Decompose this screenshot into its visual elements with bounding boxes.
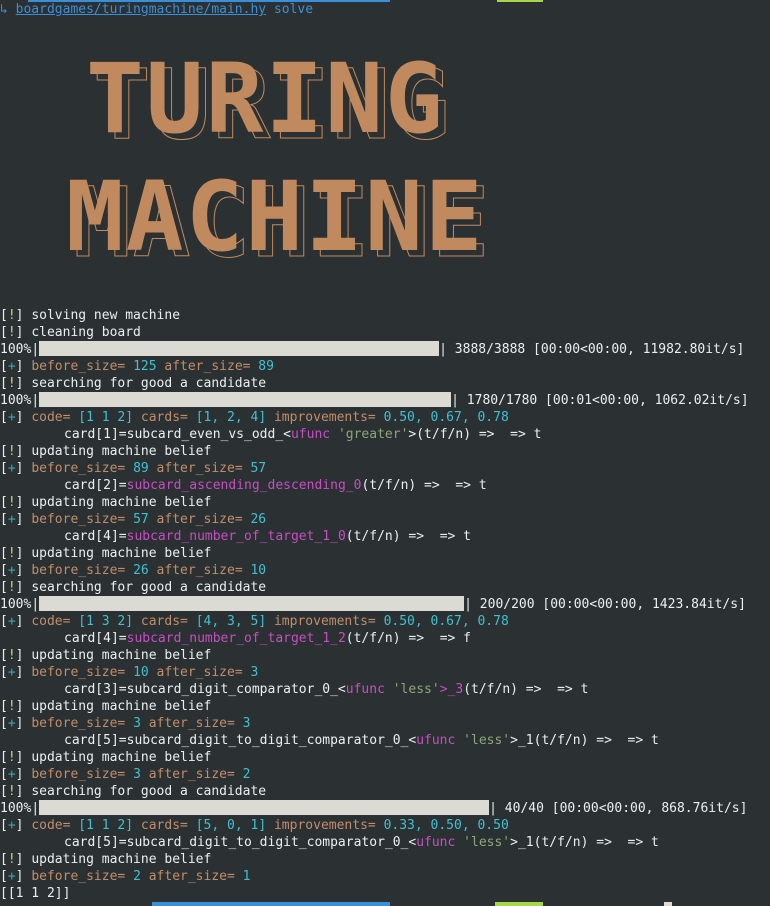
progress-bar: [39, 596, 465, 611]
candidate-line: [+] code= [1 1 2] cards= [5, 0, 1] impro…: [0, 818, 509, 833]
size-line: [+] before_size= 3 after_size= 2: [0, 767, 251, 782]
status-segment-green: [497, 0, 543, 2]
cursor-block: [664, 902, 672, 906]
card-line: card[4]=subcard_number_of_target_1_0(t/f…: [64, 529, 472, 544]
turing-machine-banner: TURING TURING MACHINE MACHINE: [66, 44, 490, 274]
status-segment-blue: [152, 902, 390, 906]
card-line: card[2]=subcard_ascending_descending_0(t…: [64, 478, 487, 493]
candidate-line: [+] code= [1 3 2] cards= [4, 3, 5] impro…: [0, 614, 509, 629]
log-line: [!] updating machine belief: [0, 546, 212, 561]
progress-bar: [39, 800, 490, 815]
script-path-link[interactable]: boardgames/turingmachine/main.hy: [16, 2, 266, 17]
card-line: card[5]=subcard_digit_to_digit_comparato…: [64, 835, 659, 850]
log-line: [!] solving new machine: [0, 308, 181, 323]
log-line: [!] searching for good a candidate: [0, 580, 267, 595]
card-line: card[5]=subcard_digit_to_digit_comparato…: [64, 733, 659, 748]
card-line: card[3]=subcard_digit_comparator_0_<ufun…: [64, 682, 589, 697]
progress-line: 100%| | 3888/3888 [00:00<00:00, 11982.80i…: [0, 341, 745, 357]
log-line: [!] updating machine belief: [0, 750, 212, 765]
log-line: [!] searching for good a candidate: [0, 376, 267, 391]
progress-line: 100%| | 200/200 [00:00<00:00, 1423.84it/s…: [0, 596, 746, 612]
progress-line: 100%| | 40/40 [00:00<00:00, 868.76it/s]: [0, 800, 748, 816]
log-line: [!] searching for good a candidate: [0, 784, 267, 799]
log-line: [!] cleaning board: [0, 325, 141, 340]
size-line: [+] before_size= 57 after_size= 26: [0, 512, 267, 527]
log-line: [!] updating machine belief: [0, 495, 212, 510]
size-line: [+] before_size= 10 after_size= 3: [0, 665, 259, 680]
progress-bar: [39, 341, 440, 356]
size-line: [+] before_size= 89 after_size= 57: [0, 461, 267, 476]
result-line: [[1 1 2]]: [0, 886, 71, 901]
log-line: [!] updating machine belief: [0, 699, 212, 714]
log-line: [!] updating machine belief: [0, 444, 212, 459]
candidate-line: [+] code= [1 1 2] cards= [1, 2, 4] impro…: [0, 410, 509, 425]
log-line: [!] updating machine belief: [0, 648, 212, 663]
size-line: [+] before_size= 125 after_size= 89: [0, 359, 274, 374]
prompt-command: solve: [266, 2, 314, 17]
size-line: [+] before_size= 3 after_size= 3: [0, 716, 251, 731]
status-segment-green: [495, 902, 543, 906]
bottom-status-bar: [0, 902, 770, 906]
shell-prompt: ↳ boardgames/turingmachine/main.hy solve: [0, 2, 313, 18]
banner-line-2: MACHINE: [66, 161, 485, 273]
progress-bar: [39, 392, 452, 407]
size-line: [+] before_size= 26 after_size= 10: [0, 563, 267, 578]
card-line: card[4]=subcard_number_of_target_1_2(t/f…: [64, 631, 472, 646]
log-line: [!] updating machine belief: [0, 852, 212, 867]
prompt-arrow-icon: ↳: [0, 2, 8, 17]
card-line: card[1]=subcard_even_vs_odd_<ufunc 'grea…: [64, 427, 542, 442]
banner-line-1: TURING: [86, 44, 445, 155]
progress-line: 100%| | 1780/1780 [00:01<00:00, 1062.02it…: [0, 392, 749, 408]
size-line: [+] before_size= 2 after_size= 1: [0, 869, 251, 884]
